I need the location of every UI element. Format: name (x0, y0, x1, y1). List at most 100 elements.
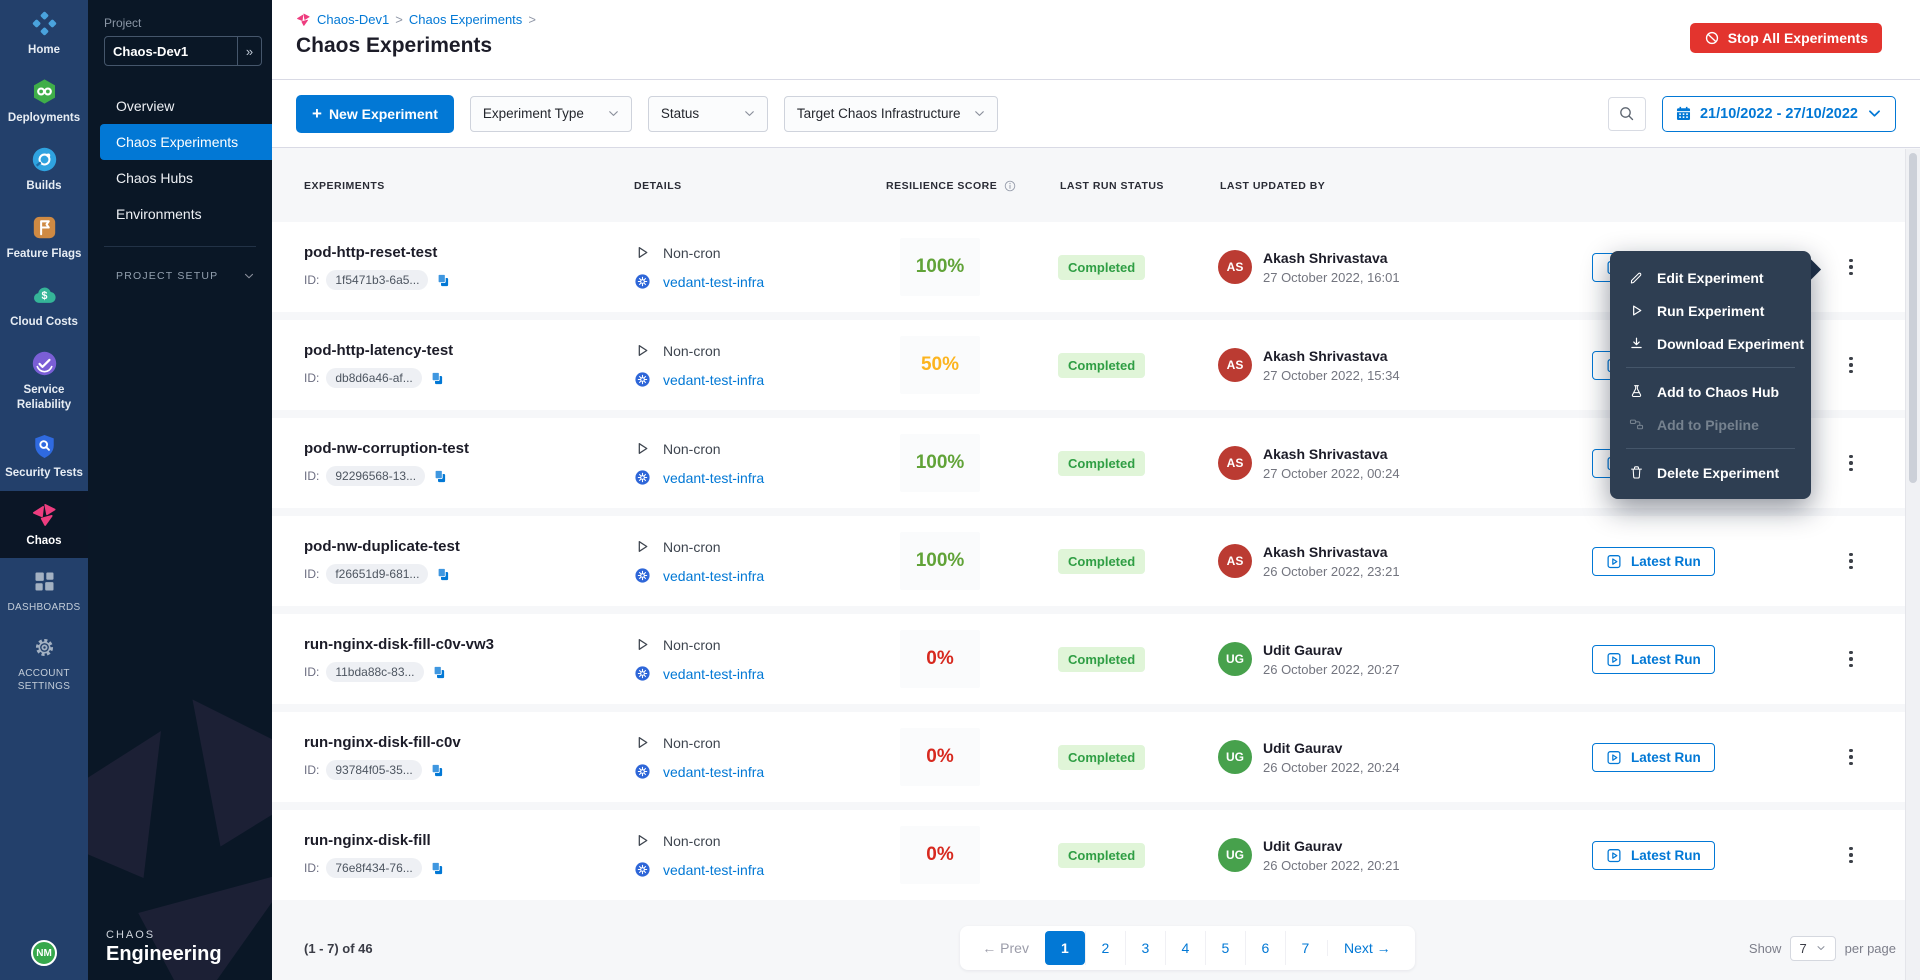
experiment-name[interactable]: run-nginx-disk-fill (304, 832, 431, 849)
kubernetes-icon (634, 665, 651, 682)
filter-status[interactable]: Status (648, 96, 768, 132)
column-header-details: DETAILS (626, 180, 878, 222)
project-setup-toggle[interactable]: PROJECT SETUP (116, 269, 256, 283)
page-button-1[interactable]: 1 (1045, 931, 1085, 965)
copy-icon[interactable] (429, 370, 446, 387)
sidebar-item-chaos-experiments[interactable]: Chaos Experiments (100, 124, 272, 160)
infrastructure-link[interactable]: vedant-test-infra (663, 568, 764, 584)
per-page-select[interactable]: 7 (1790, 936, 1835, 961)
nav-module-home[interactable]: Home (0, 0, 88, 68)
row-menu-kebab-icon[interactable] (1838, 740, 1864, 774)
experiment-type: Non-cron (663, 833, 721, 849)
infrastructure-link[interactable]: vedant-test-infra (663, 372, 764, 388)
infrastructure-link[interactable]: vedant-test-infra (663, 470, 764, 486)
copy-icon[interactable] (432, 468, 449, 485)
copy-icon[interactable] (429, 762, 446, 779)
row-menu-kebab-icon[interactable] (1838, 544, 1864, 578)
resilience-score: 0% (900, 826, 980, 884)
new-experiment-button[interactable]: + New Experiment (296, 95, 454, 133)
filter-target-chaos-infrastructure[interactable]: Target Chaos Infrastructure (784, 96, 998, 132)
breadcrumb: Chaos-Dev1 > Chaos Experiments > (296, 12, 1896, 27)
nav-module-chaos[interactable]: Chaos (0, 491, 88, 559)
menu-item-edit-experiment[interactable]: Edit Experiment (1610, 261, 1811, 294)
experiment-name[interactable]: run-nginx-disk-fill-c0v (304, 734, 461, 751)
nav-module-label: Security Tests (5, 466, 83, 481)
nav-module-service-reliability[interactable]: Service Reliability (0, 340, 88, 423)
nav-module-dashboards[interactable]: DASHBOARDS (0, 558, 88, 624)
sidebar-item-overview[interactable]: Overview (88, 88, 272, 124)
row-menu-kebab-icon[interactable] (1838, 348, 1864, 382)
wordmark-bottom: Engineering (106, 943, 222, 966)
infrastructure-link[interactable]: vedant-test-infra (663, 862, 764, 878)
nav-module-account-settings[interactable]: ACCOUNT SETTINGS (0, 624, 88, 703)
prev-page-button[interactable]: ← Prev (968, 940, 1043, 956)
nav-module-security-tests[interactable]: Security Tests (0, 423, 88, 491)
latest-run-button[interactable]: Latest Run (1592, 547, 1715, 576)
latest-run-button[interactable]: Latest Run (1592, 841, 1715, 870)
column-header-experiments: EXPERIMENTS (296, 180, 626, 222)
nav-module-feature-flags[interactable]: Feature Flags (0, 204, 88, 272)
search-icon (1617, 104, 1637, 124)
experiment-name[interactable]: run-nginx-disk-fill-c0v-vw3 (304, 636, 494, 653)
infrastructure-link[interactable]: vedant-test-infra (663, 764, 764, 780)
breadcrumb-separator: > (528, 12, 536, 27)
row-menu-kebab-icon[interactable] (1838, 838, 1864, 872)
stop-all-experiments-button[interactable]: Stop All Experiments (1690, 23, 1882, 53)
experiment-name[interactable]: pod-nw-corruption-test (304, 440, 469, 457)
column-header-label: LAST UPDATED BY (1220, 180, 1325, 192)
copy-icon[interactable] (435, 272, 452, 289)
experiment-name[interactable]: pod-http-latency-test (304, 342, 453, 359)
experiment-name[interactable]: pod-nw-duplicate-test (304, 538, 460, 555)
experiment-id: 92296568-13... (326, 466, 425, 486)
scrollbar-track[interactable] (1905, 149, 1920, 980)
module-wordmark: CHAOS Engineering (106, 929, 222, 966)
copy-icon[interactable] (429, 860, 446, 877)
date-range-picker[interactable]: 21/10/2022 - 27/10/2022 (1662, 96, 1896, 132)
search-button[interactable] (1608, 97, 1646, 131)
expand-panel-icon[interactable]: » (237, 37, 261, 65)
latest-run-button[interactable]: Latest Run (1592, 645, 1715, 674)
menu-item-download-experiment[interactable]: Download Experiment (1610, 327, 1811, 360)
user-avatar[interactable]: NM (31, 940, 57, 966)
row-menu-kebab-icon[interactable] (1838, 446, 1864, 480)
filter-experiment-type[interactable]: Experiment Type (470, 96, 632, 132)
chaos-icon (31, 501, 58, 528)
nav-module-builds[interactable]: Builds (0, 136, 88, 204)
breadcrumb-project-link[interactable]: Chaos-Dev1 (317, 12, 389, 27)
copy-icon[interactable] (435, 566, 452, 583)
project-panel: Project Chaos-Dev1 » OverviewChaos Exper… (88, 0, 272, 980)
experiment-type: Non-cron (663, 539, 721, 555)
nav-module-cloud-costs[interactable]: $Cloud Costs (0, 272, 88, 340)
menu-item-run-experiment[interactable]: Run Experiment (1610, 294, 1811, 327)
copy-icon[interactable] (431, 664, 448, 681)
page-button-6[interactable]: 6 (1245, 931, 1285, 965)
nav-module-deployments[interactable]: Deployments (0, 68, 88, 136)
resilience-score: 100% (900, 532, 980, 590)
scrollbar-thumb[interactable] (1909, 153, 1917, 483)
id-label: ID: (304, 861, 319, 875)
menu-item-add-to-chaos-hub[interactable]: Add to Chaos Hub (1610, 375, 1811, 408)
row-menu-kebab-icon[interactable] (1838, 250, 1864, 284)
page-button-4[interactable]: 4 (1165, 931, 1205, 965)
sidebar-item-chaos-hubs[interactable]: Chaos Hubs (88, 160, 272, 196)
page-button-5[interactable]: 5 (1205, 931, 1245, 965)
avatar: UG (1218, 642, 1252, 676)
sidebar-item-environments[interactable]: Environments (88, 196, 272, 232)
table-row-run-nginx-disk-fill: run-nginx-disk-fillID:76e8f434-76...Non-… (272, 810, 1920, 900)
home-icon (31, 10, 58, 37)
menu-item-delete-experiment[interactable]: Delete Experiment (1610, 456, 1811, 489)
page-button-3[interactable]: 3 (1125, 931, 1165, 965)
breadcrumb-page-link[interactable]: Chaos Experiments (409, 12, 522, 27)
avatar: AS (1218, 348, 1252, 382)
experiment-name[interactable]: pod-http-reset-test (304, 244, 437, 261)
page-button-7[interactable]: 7 (1285, 931, 1325, 965)
page-button-2[interactable]: 2 (1085, 931, 1125, 965)
next-page-button[interactable]: Next → (1327, 940, 1407, 956)
infrastructure-link[interactable]: vedant-test-infra (663, 666, 764, 682)
latest-run-button[interactable]: Latest Run (1592, 743, 1715, 772)
project-selector[interactable]: Chaos-Dev1 » (104, 36, 262, 66)
row-menu-kebab-icon[interactable] (1838, 642, 1864, 676)
table-row-run-nginx-disk-fill-c0v-vw3: run-nginx-disk-fill-c0v-vw3ID:11bda88c-8… (272, 614, 1920, 704)
infrastructure-link[interactable]: vedant-test-infra (663, 274, 764, 290)
info-icon[interactable] (1003, 179, 1017, 193)
